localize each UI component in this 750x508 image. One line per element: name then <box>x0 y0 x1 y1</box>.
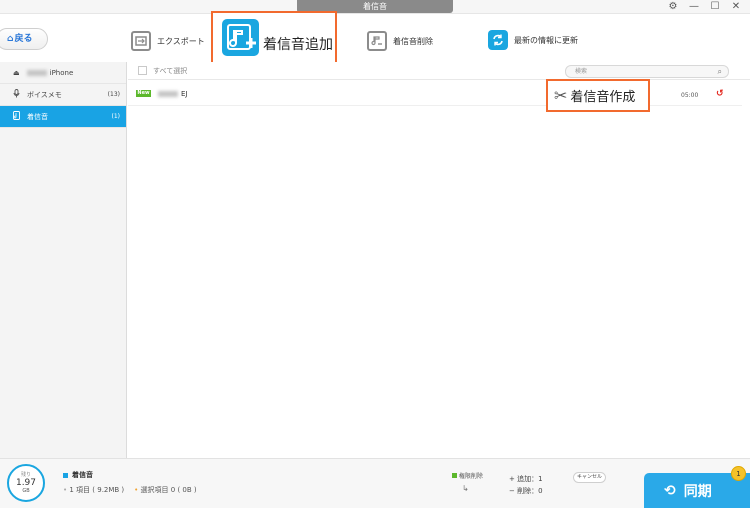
home-icon: ⌂ <box>7 34 14 44</box>
sidebar-device[interactable]: ⏏ iPhone <box>0 62 126 84</box>
delete-ringtone-label: 着信音削除 <box>393 36 433 46</box>
add-ringtone-button[interactable]: 着信音追加 <box>211 11 337 66</box>
sync-label: 同期 <box>683 484 712 500</box>
cancel-button[interactable]: キャンセル <box>573 472 606 483</box>
storage-value: 1.97 <box>15 478 37 488</box>
make-ringtone-button[interactable]: ✂ 着信音作成 <box>546 79 650 112</box>
window-controls: ⚙ — ☐ ✕ <box>667 1 742 13</box>
ringtone-name: EJ <box>181 90 188 98</box>
settings-icon[interactable]: ⚙ <box>667 1 679 13</box>
search-placeholder: 検索 <box>575 68 588 75</box>
items-info: 1 項目 ( 9.2MB ) <box>69 486 125 494</box>
ringtone-duration: 05:00 <box>681 92 699 99</box>
ringtone-icon <box>13 111 20 122</box>
diff-label: 権限削除 <box>458 473 483 480</box>
sidebar-item-count: (1) <box>111 113 121 120</box>
branch-arrow-icon: ↳ <box>462 484 469 493</box>
search-input[interactable]: 検索 ⌕ <box>565 65 729 78</box>
redacted-device-name <box>26 69 47 76</box>
maximize-icon[interactable]: ☐ <box>709 1 721 13</box>
title-bar: 着信音 ⚙ — ☐ ✕ <box>0 0 750 14</box>
ringtone-list: すべて選択 検索 ⌕ New EJ 05:00 ↺ <box>128 62 750 458</box>
sync-count-badge: 1 <box>731 466 746 481</box>
sync-diff: 権限削除 ↳ <box>452 471 483 493</box>
diff-marker <box>452 473 457 478</box>
list-header: すべて選択 検索 ⌕ <box>128 62 750 80</box>
back-button[interactable]: ⌂戻る <box>0 28 48 50</box>
sidebar-item-ringtones[interactable]: 着信音 (1) <box>0 106 126 128</box>
status-bar: 残り 1.97 GB 着信音 • 1 項目 ( 9.2MB ) • 選択項目 0… <box>0 458 750 508</box>
selection-info: 着信音 • 1 項目 ( 9.2MB ) • 選択項目 0 ( 0B ) <box>63 471 197 494</box>
sync-counts: + 追加：1 − 削除：0 <box>509 475 543 495</box>
ringtone-delete-icon <box>367 31 387 51</box>
make-ringtone-label: 着信音作成 <box>570 90 636 105</box>
refresh-icon <box>488 30 508 50</box>
storage-label: 残り <box>20 472 31 478</box>
sync-icon: ⟲ <box>664 483 676 499</box>
new-badge: New <box>136 90 151 97</box>
device-label: iPhone <box>49 68 74 77</box>
select-all-label: すべて選択 <box>153 67 188 75</box>
add-ringtone-label: 着信音追加 <box>263 37 333 53</box>
microphone-icon <box>13 89 20 100</box>
refresh-button[interactable]: 最新の情報に更新 <box>488 30 578 50</box>
selected-info: 選択項目 0 ( 0B ) <box>140 486 197 494</box>
search-icon[interactable]: ⌕ <box>718 66 722 77</box>
undo-icon[interactable]: ↺ <box>716 89 724 99</box>
storage-unit: GB <box>22 488 30 494</box>
back-label: 戻る <box>14 34 33 44</box>
sidebar-item-label: 着信音 <box>27 112 48 121</box>
sidebar-item-label: ボイスメモ <box>27 90 62 99</box>
scissors-icon: ✂ <box>554 86 568 105</box>
refresh-label: 最新の情報に更新 <box>514 35 578 45</box>
storage-gauge: 残り 1.97 GB <box>7 464 45 502</box>
sidebar: ⏏ iPhone ボイスメモ (13) 着信音 (1) <box>0 62 127 458</box>
eject-icon[interactable]: ⏏ <box>13 69 20 77</box>
remove-count: 削除：0 <box>517 487 543 495</box>
select-all-checkbox[interactable] <box>138 66 147 75</box>
add-count: 追加：1 <box>517 475 543 483</box>
minimize-icon[interactable]: — <box>688 1 700 13</box>
toolbar: ⌂戻る エクスポート 着信音削除 最新の情報に更新 <box>0 14 750 62</box>
category-marker <box>63 472 68 478</box>
ringtone-add-icon <box>222 19 259 56</box>
redacted-ringtone-name <box>158 91 178 97</box>
export-icon <box>131 31 151 51</box>
sidebar-item-voice-memo[interactable]: ボイスメモ (13) <box>0 84 126 106</box>
sidebar-item-count: (13) <box>107 91 120 98</box>
export-button[interactable]: エクスポート <box>131 31 205 51</box>
category-title: 着信音 <box>72 471 93 479</box>
close-icon[interactable]: ✕ <box>730 1 742 13</box>
delete-ringtone-button[interactable]: 着信音削除 <box>367 31 433 51</box>
export-label: エクスポート <box>157 36 205 46</box>
